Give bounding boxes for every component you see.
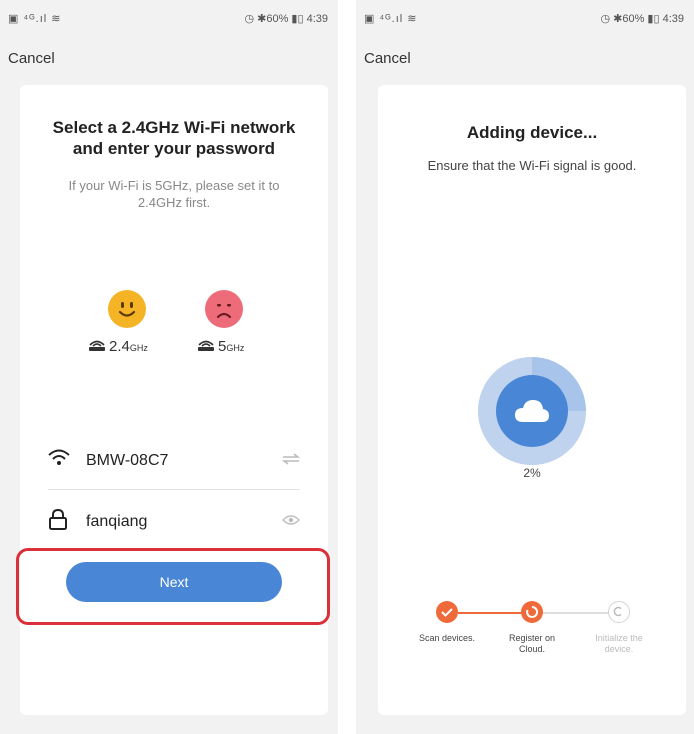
cancel-button[interactable]: Cancel	[364, 50, 411, 67]
progress-steps: Scan devices. Register on Cloud. Initial…	[378, 600, 686, 680]
step-label-register: Register on Cloud.	[508, 633, 556, 654]
lock-icon	[48, 508, 68, 536]
page-subtitle: If your Wi-Fi is 5GHz, please set it to …	[68, 178, 280, 210]
cancel-button[interactable]: Cancel	[8, 50, 55, 67]
password-value: fanqiang	[86, 513, 148, 530]
wifi-icon	[48, 448, 70, 473]
band-unit: GHz	[129, 343, 148, 353]
password-field[interactable]: fanqiang	[48, 503, 300, 543]
band-unit: GHz	[226, 343, 245, 353]
step-connector	[542, 612, 618, 614]
wifi-setup-screen: ▣ ⁴ᴳ.ıl ≋ ◷ ✱60% ▮▯ 4:39 Cancel Select a…	[0, 0, 338, 734]
progress-ring	[478, 357, 586, 465]
page-title: Select a 2.4GHz Wi-Fi network and enter …	[52, 118, 296, 158]
wifi-network-row[interactable]: BMW-08C7	[48, 442, 301, 482]
page-title: Adding device...	[466, 123, 598, 142]
status-time: ◷ ✱60% ▮▯ 4:39	[244, 13, 328, 25]
progress-percent: 2%	[523, 466, 541, 480]
switch-network-icon[interactable]	[281, 452, 301, 468]
router-icon	[197, 338, 215, 356]
eye-icon[interactable]	[282, 513, 300, 529]
status-indicators: ▣ ⁴ᴳ.ıl ≋	[364, 13, 418, 25]
loading-icon	[521, 601, 543, 623]
page-subtitle: Ensure that the Wi-Fi signal is good.	[427, 158, 637, 173]
adding-device-card: Adding device... Ensure that the Wi-Fi s…	[378, 85, 686, 715]
divider	[48, 489, 300, 490]
wifi-network-name: BMW-08C7	[86, 452, 169, 469]
status-indicators: ▣ ⁴ᴳ.ıl ≋	[8, 13, 62, 25]
status-bar: ▣ ⁴ᴳ.ıl ≋ ◷ ✱60% ▮▯ 4:39	[356, 10, 694, 30]
cloud-icon	[515, 400, 549, 422]
wifi-setup-card: Select a 2.4GHz Wi-Fi network and enter …	[16, 85, 330, 715]
step-label-scan: Scan devices.	[418, 633, 476, 643]
router-icon	[88, 338, 106, 356]
status-bar: ▣ ⁴ᴳ.ıl ≋ ◷ ✱60% ▮▯ 4:39	[0, 10, 338, 30]
band-label-2-4ghz: 2.4GHz	[88, 338, 148, 356]
happy-face-icon	[108, 290, 146, 328]
status-time: ◷ ✱60% ▮▯ 4:39	[600, 13, 684, 25]
sad-face-icon	[205, 290, 243, 328]
next-button[interactable]: Next	[66, 562, 282, 602]
band-label-5ghz: 5GHz	[197, 338, 244, 356]
band-value: 2.4	[109, 338, 130, 355]
pending-icon	[608, 601, 630, 623]
step-label-initialize: Initialize the device.	[595, 633, 643, 654]
adding-device-screen: ▣ ⁴ᴳ.ıl ≋ ◷ ✱60% ▮▯ 4:39 Cancel Adding d…	[356, 0, 694, 734]
check-icon	[436, 601, 458, 623]
